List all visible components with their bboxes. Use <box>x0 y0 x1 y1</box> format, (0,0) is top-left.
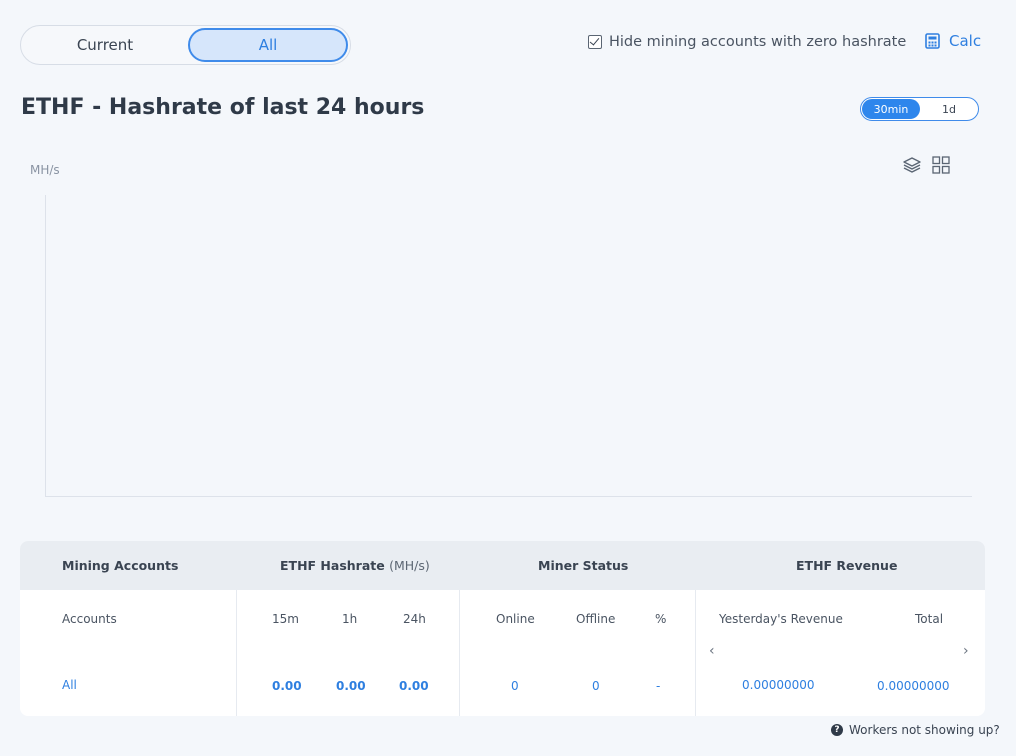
online-percent: - <box>656 679 661 693</box>
yesterday-revenue-value: 0.00000000 <box>742 678 815 692</box>
grid-tiles-icon[interactable] <box>932 156 950 174</box>
hashrate-1h-value: 0.00 <box>336 679 366 693</box>
calc-link[interactable]: Calc <box>925 31 981 51</box>
summary-table-header: Mining Accounts ETHF Hashrate (MH/s) Min… <box>20 541 985 590</box>
scope-current-button[interactable]: Current <box>23 28 187 62</box>
subheader-total: Total <box>915 612 944 626</box>
chevron-right-icon[interactable]: › <box>963 643 969 659</box>
hide-zero-hashrate-label: Hide mining accounts with zero hashrate <box>609 34 907 50</box>
page-title: ETHF - Hashrate of last 24 hours <box>21 95 425 120</box>
online-count[interactable]: 0 <box>511 679 519 693</box>
checkbox-checked-icon <box>588 35 602 49</box>
subheader-percent: % <box>655 612 667 626</box>
hide-zero-hashrate-checkbox[interactable]: Hide mining accounts with zero hashrate <box>588 32 906 52</box>
chart-view-controls <box>903 156 950 174</box>
period-30min-button[interactable]: 30min <box>862 99 920 119</box>
offline-count[interactable]: 0 <box>592 679 600 693</box>
subheader-accounts: Accounts <box>62 612 117 626</box>
calc-label: Calc <box>949 32 982 50</box>
header-hashrate-unit: (MH/s) <box>389 558 430 573</box>
period-1d-button[interactable]: 1d <box>921 99 977 119</box>
hashrate-chart-plot-area <box>45 195 972 497</box>
subheader-online: Online <box>496 612 535 626</box>
question-icon: ? <box>831 724 843 736</box>
subheader-offline: Offline <box>576 612 616 626</box>
period-toggle: 30min 1d <box>860 97 979 121</box>
workers-help-label: Workers not showing up? <box>849 723 1000 737</box>
header-hashrate-label: ETHF Hashrate <box>280 558 385 573</box>
workers-help-link[interactable]: ? Workers not showing up? <box>831 723 1000 737</box>
account-all-link[interactable]: All <box>62 678 77 692</box>
scope-toggle: Current All <box>20 25 351 65</box>
header-revenue: ETHF Revenue <box>796 558 898 573</box>
total-revenue-value: 0.00000000 <box>877 679 950 693</box>
column-divider <box>236 590 237 716</box>
stack-layers-icon[interactable] <box>903 156 921 174</box>
summary-table: Mining Accounts ETHF Hashrate (MH/s) Min… <box>20 541 985 716</box>
subheader-15m: 15m <box>272 612 299 626</box>
column-divider <box>695 590 696 716</box>
subheader-24h: 24h <box>403 612 426 626</box>
chevron-left-icon[interactable]: ‹ <box>709 643 715 659</box>
header-miner-status: Miner Status <box>538 558 629 573</box>
hashrate-15m-value: 0.00 <box>272 679 302 693</box>
hashrate-24h-value: 0.00 <box>399 679 429 693</box>
header-mining-accounts: Mining Accounts <box>62 558 179 573</box>
calculator-icon <box>925 33 940 49</box>
chart-y-axis-label: MH/s <box>30 163 60 177</box>
column-divider <box>459 590 460 716</box>
subheader-yesterday-revenue: Yesterday's Revenue <box>719 612 843 626</box>
scope-all-button[interactable]: All <box>188 28 348 62</box>
header-hashrate: ETHF Hashrate (MH/s) <box>280 558 430 573</box>
subheader-1h: 1h <box>342 612 358 626</box>
